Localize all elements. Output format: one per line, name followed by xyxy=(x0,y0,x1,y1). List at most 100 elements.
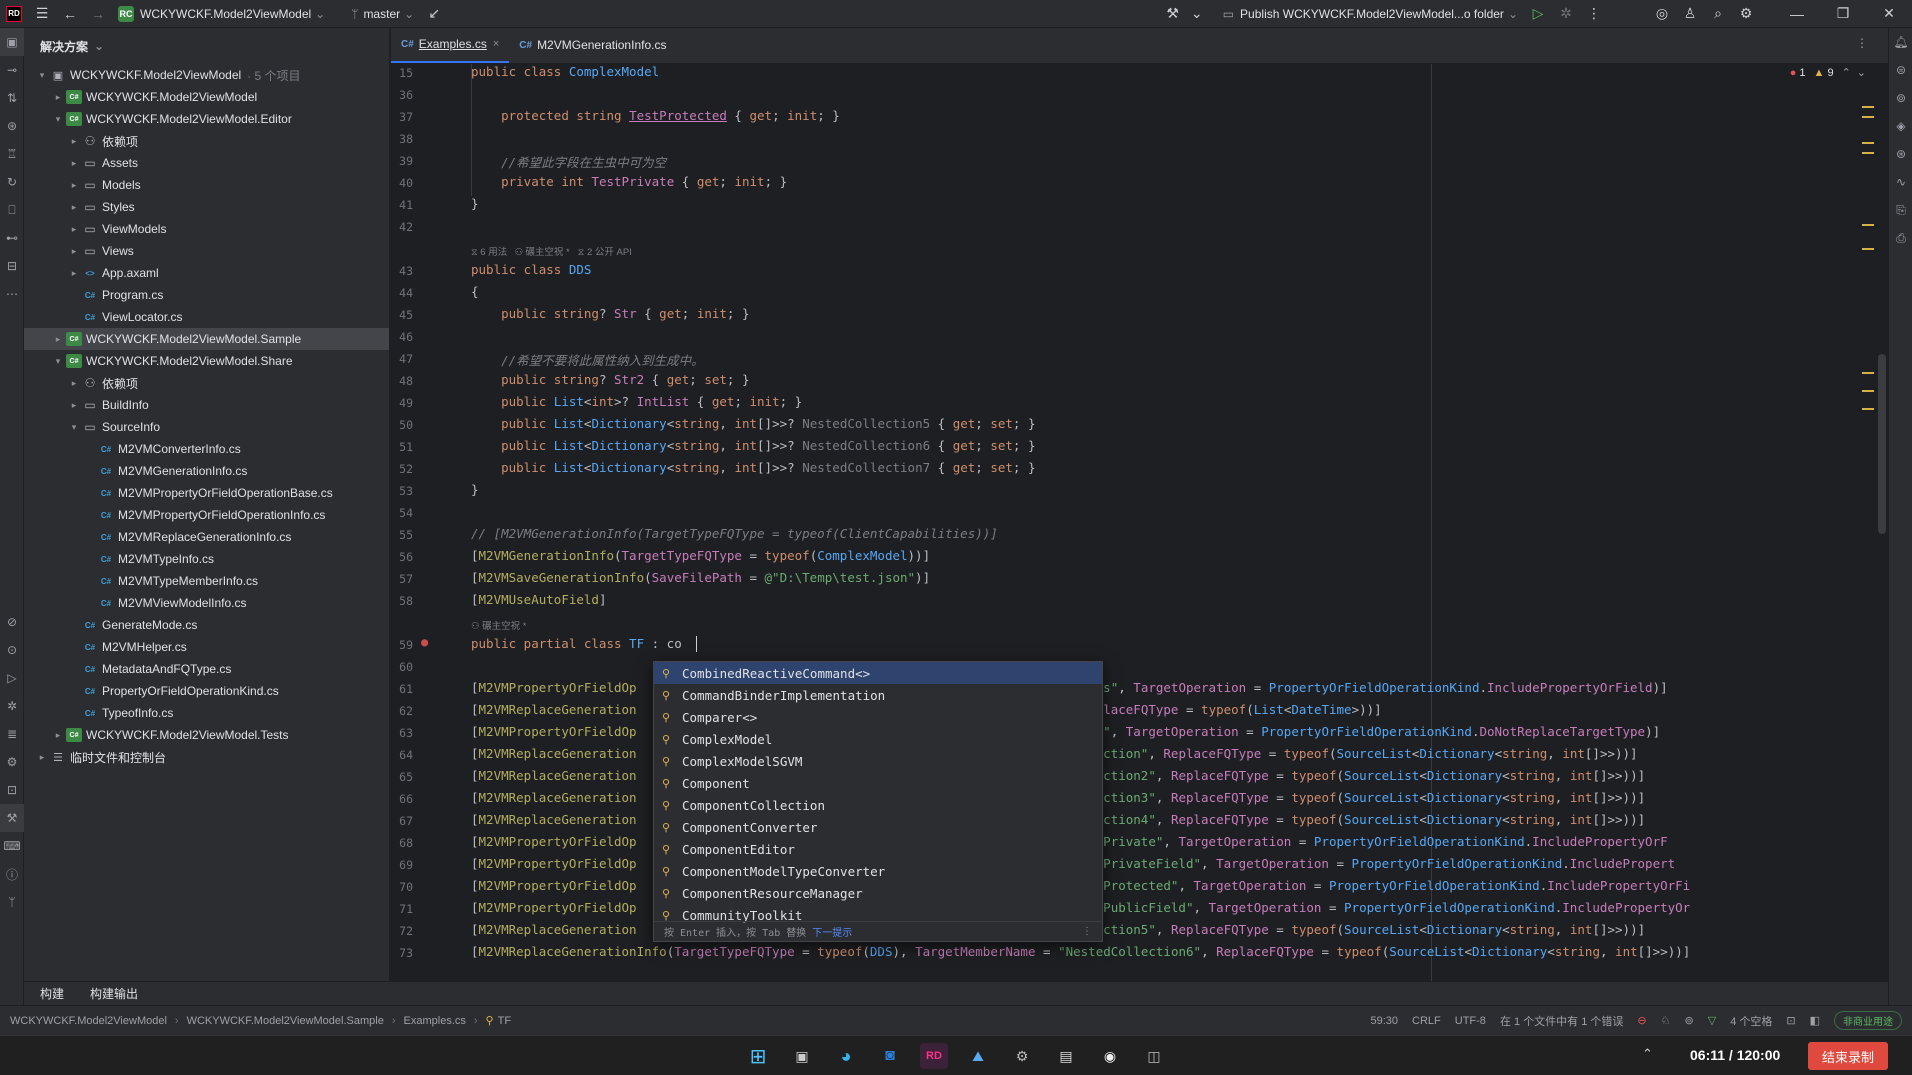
completion-item[interactable]: ⚲ Component xyxy=(654,772,1102,794)
tray-chevron-up-icon[interactable]: ⌃ xyxy=(1642,1046,1653,1062)
commit-icon[interactable]: ↙ xyxy=(420,0,448,28)
completion-item[interactable]: ⚲ ComponentModelTypeConverter xyxy=(654,860,1102,882)
tab-build-output[interactable]: 构建输出 xyxy=(90,985,138,1002)
commit-tool-icon[interactable]: ⊸ xyxy=(0,56,24,84)
bulb-icon[interactable]: ● xyxy=(421,635,428,649)
project-tool-icon[interactable]: ▣ xyxy=(0,28,24,56)
chevron-right-icon[interactable]: ▸ xyxy=(66,202,82,213)
activity-icon[interactable]: ∿ xyxy=(1889,168,1912,196)
completion-item[interactable]: ⚲ CombinedReactiveCommand<> xyxy=(654,662,1102,684)
breadcrumb-project[interactable]: WCKYWCKF.Model2ViewModel.Sample xyxy=(187,1015,384,1027)
tree-item[interactable]: C# M2VMPropertyOrFieldOperationBase.cs xyxy=(24,482,389,504)
branch-switcher[interactable]: ᛘ master ⌄ xyxy=(345,0,420,28)
tab-build[interactable]: 构建 xyxy=(40,985,64,1002)
hamburger-icon[interactable]: ☰ xyxy=(28,0,56,28)
tree-item[interactable]: C# M2VMViewModelInfo.cs xyxy=(24,592,389,614)
breadcrumb-class[interactable]: TF xyxy=(498,1015,511,1027)
inspection-level-icon[interactable]: ♘ xyxy=(1661,1014,1671,1027)
tree-item[interactable]: ▸ ▭ ViewModels xyxy=(24,218,389,240)
tree-item[interactable]: ▸ C# WCKYWCKF.Model2ViewModel xyxy=(24,86,389,108)
publish-config-selector[interactable]: ▭ Publish WCKYWCKF.Model2ViewModel...o f… xyxy=(1217,0,1524,28)
project-switcher[interactable]: RC WCKYWCKF.Model2ViewModel ⌄ xyxy=(112,0,331,28)
tree-item[interactable]: C# GenerateMode.cs xyxy=(24,614,389,636)
warning-marker[interactable] xyxy=(1862,142,1874,144)
tree-item[interactable]: C# M2VMConverterInfo.cs xyxy=(24,438,389,460)
settings-icon[interactable]: ⚙ xyxy=(1732,0,1760,28)
task-view-icon[interactable]: ▣ xyxy=(788,1043,816,1069)
chevron-right-icon[interactable]: ▸ xyxy=(66,246,82,257)
tree-item[interactable]: C# M2VMPropertyOrFieldOperationInfo.cs xyxy=(24,504,389,526)
warning-marker[interactable] xyxy=(1862,116,1874,118)
windows-start-icon[interactable]: ⊞ xyxy=(744,1043,772,1069)
code-editor[interactable]: 15 36 37 38 39 40 41 42 43 44 45 46 47 48 49 50 51 52 53 54… xyxy=(391,64,1888,981)
restore-icon[interactable]: ❐ xyxy=(1820,0,1866,28)
recorder-icon[interactable]: ◫ xyxy=(1140,1043,1168,1069)
pull-requests-icon[interactable]: ⇅ xyxy=(0,84,24,112)
chevron-down-icon[interactable]: ▾ xyxy=(50,356,66,367)
tree-item[interactable]: ▸ <> App.axaml xyxy=(24,262,389,284)
photos-icon[interactable]: ⛰ xyxy=(964,1043,992,1069)
debug-tool-icon[interactable]: ✲ xyxy=(0,692,24,720)
nuget-icon[interactable]: ⊡ xyxy=(0,776,24,804)
ai-tool-icon[interactable]: ⊚ xyxy=(1889,84,1912,112)
chevron-down-icon[interactable]: ▾ xyxy=(50,114,66,125)
tree-item[interactable]: ▸ ▭ Styles xyxy=(24,196,389,218)
tree-item[interactable]: ▸ ⚇ 依赖项 xyxy=(24,372,389,394)
more-icon[interactable]: ⋮ xyxy=(1082,926,1092,937)
chevron-right-icon[interactable]: ▸ xyxy=(50,334,66,345)
completion-item[interactable]: ⚲ Comparer<> xyxy=(654,706,1102,728)
tree-item[interactable]: C# M2VMTypeInfo.cs xyxy=(24,548,389,570)
completion-item[interactable]: ⚲ ComponentEditor xyxy=(654,838,1102,860)
terminal-icon[interactable]: ⌨ xyxy=(0,832,24,860)
more-tools-icon[interactable]: ⋯ xyxy=(0,280,24,308)
completion-item[interactable]: ⚲ ComponentConverter xyxy=(654,816,1102,838)
tree-item[interactable]: ▸ ▭ BuildInfo xyxy=(24,394,389,416)
tree-item[interactable]: C# M2VMReplaceGenerationInfo.cs xyxy=(24,526,389,548)
store-icon[interactable]: ▤ xyxy=(1052,1043,1080,1069)
tree-item[interactable]: C# M2VMGenerationInfo.cs xyxy=(24,460,389,482)
tree-item[interactable]: C# M2VMHelper.cs xyxy=(24,636,389,658)
debug-icon[interactable]: ✲ xyxy=(1552,0,1580,28)
tree-item[interactable]: ▸ ⚇ 依赖项 xyxy=(24,130,389,152)
services-icon[interactable]: ⊙ xyxy=(0,636,24,664)
completion-item[interactable]: ⚲ ComplexModelSGVM xyxy=(654,750,1102,772)
tree-item[interactable]: ▾ ▭ SourceInfo xyxy=(24,416,389,438)
locked-doc-icon[interactable]: ⎙ xyxy=(1889,224,1912,252)
tree-item[interactable]: ▸ ▭ Assets xyxy=(24,152,389,174)
document-icon[interactable]: ⎘ xyxy=(1889,196,1912,224)
user-icon[interactable]: ♙ xyxy=(1676,0,1704,28)
chevron-right-icon[interactable]: ▸ xyxy=(66,400,82,411)
chevron-right-icon[interactable]: ▸ xyxy=(66,224,82,235)
chevron-right-icon[interactable]: ▸ xyxy=(66,180,82,191)
close-tab-icon[interactable]: × xyxy=(493,38,499,50)
problems-summary[interactable]: 在 1 个文件中有 1 个错误 xyxy=(1500,1013,1623,1029)
explorer-icon[interactable]: ⊛ xyxy=(0,112,24,140)
tree-item[interactable]: ▸ C# WCKYWCKF.Model2ViewModel.Sample xyxy=(24,328,389,350)
chevron-right-icon[interactable]: ▸ xyxy=(50,730,66,741)
chevron-right-icon[interactable]: ▸ xyxy=(66,378,82,389)
edge-browser-icon[interactable]: ◕ xyxy=(832,1043,860,1069)
git-icon[interactable]: ᛘ xyxy=(0,888,24,916)
copilot-icon[interactable]: ⊛ xyxy=(1889,140,1912,168)
breadcrumb-file[interactable]: Examples.cs xyxy=(404,1015,466,1027)
outlook-icon[interactable]: ◙ xyxy=(876,1043,904,1069)
tree-item[interactable]: C# MetadataAndFQType.cs xyxy=(24,658,389,680)
tree-item[interactable]: ▸ ☰ 临时文件和控制台 xyxy=(24,746,389,768)
code-vision-hint[interactable]: ⚇ 碾主空祝 * xyxy=(471,618,527,632)
stop-recording-button[interactable]: 结束录制 xyxy=(1808,1042,1888,1070)
bookmarks-icon[interactable]: ⎕ xyxy=(0,196,24,224)
tree-item[interactable]: ▸ C# WCKYWCKF.Model2ViewModel.Tests xyxy=(24,724,389,746)
chevron-right-icon[interactable]: ▸ xyxy=(34,752,50,763)
tree-item[interactable]: C# TypeofInfo.cs xyxy=(24,702,389,724)
solution-header[interactable]: 解决方案 ⌄ xyxy=(24,28,389,64)
problems-icon[interactable]: ⓘ xyxy=(0,860,24,888)
vcs-status-icon[interactable]: ▽ xyxy=(1708,1014,1716,1027)
tree-item[interactable]: ▸ ▭ Models xyxy=(24,174,389,196)
license-badge[interactable]: 非商业用途 xyxy=(1834,1011,1902,1030)
unit-tests-icon[interactable]: ⊘ xyxy=(0,608,24,636)
tree-item[interactable]: C# PropertyOrFieldOperationKind.cs xyxy=(24,680,389,702)
database-tool-icon[interactable]: ⊜ xyxy=(1889,56,1912,84)
line-separator[interactable]: CRLF xyxy=(1412,1015,1441,1027)
file-encoding[interactable]: UTF-8 xyxy=(1455,1015,1486,1027)
chevron-down-icon[interactable]: ⌄ xyxy=(1857,66,1866,79)
